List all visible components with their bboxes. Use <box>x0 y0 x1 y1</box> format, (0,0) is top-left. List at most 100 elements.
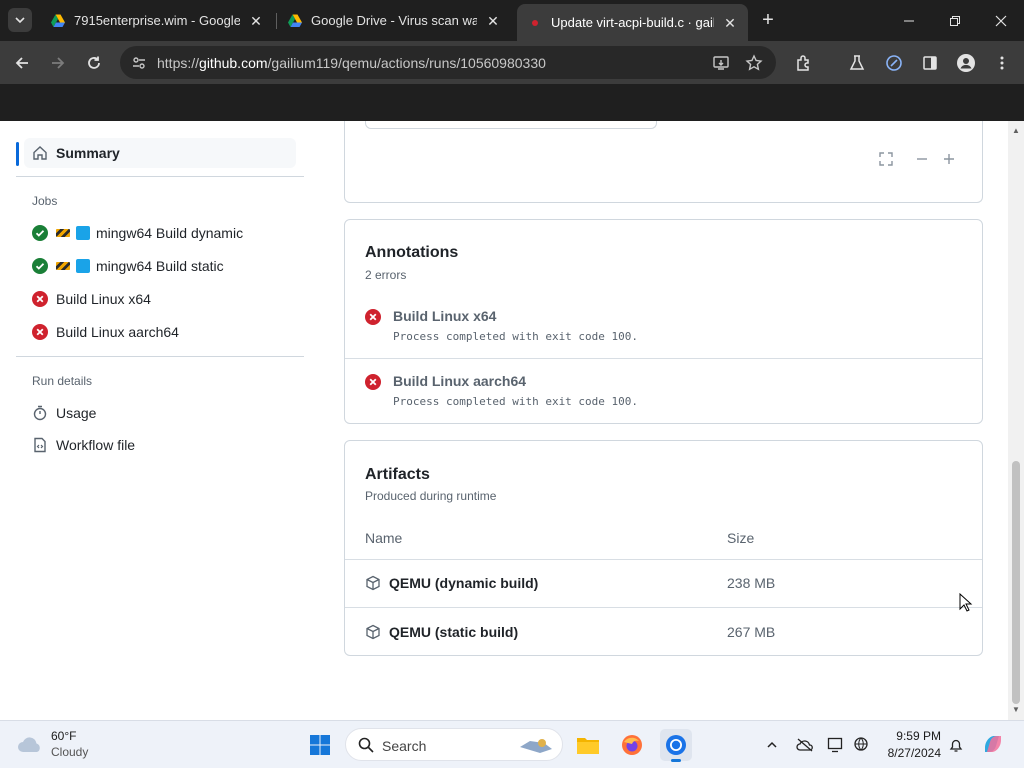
annotation-title[interactable]: Build Linux aarch64 <box>393 373 526 389</box>
copilot-icon <box>985 736 1001 752</box>
sidebar-item-summary[interactable]: Summary <box>24 138 296 168</box>
forward-button[interactable] <box>45 50 71 76</box>
globe-no-internet-icon <box>854 737 868 751</box>
annotation-message: Process completed with exit code 100. <box>393 330 639 343</box>
x-circle-icon <box>365 374 381 390</box>
browser-tab-2[interactable]: Google Drive - Virus scan warn ✕ <box>277 6 511 35</box>
taskbar-search-box[interactable]: Search <box>345 728 563 761</box>
close-window-button[interactable] <box>978 0 1024 41</box>
file-explorer-button[interactable] <box>572 729 604 761</box>
start-button[interactable] <box>304 729 336 761</box>
cloud-icon <box>18 737 40 752</box>
arrow-left-icon <box>15 57 28 69</box>
close-icon[interactable]: ✕ <box>248 13 264 29</box>
extensions-button[interactable] <box>791 50 817 76</box>
restore-icon <box>950 15 960 26</box>
mouse-cursor-icon <box>959 593 973 612</box>
side-panel-icon <box>923 56 937 70</box>
scroll-up-arrow-icon[interactable]: ▲ <box>1012 127 1020 135</box>
scrollbar-thumb[interactable] <box>1012 461 1020 704</box>
search-highlight-icon <box>520 739 552 753</box>
artifacts-title: Artifacts <box>365 466 430 483</box>
firefox-button[interactable] <box>616 729 648 761</box>
close-icon[interactable]: ✕ <box>722 15 738 31</box>
page-content: Summary Jobs mingw64 Build dynamic mingw… <box>0 121 1008 720</box>
active-indicator <box>16 142 19 166</box>
labs-button[interactable] <box>844 50 870 76</box>
construction-emoji-icon <box>56 262 70 270</box>
clock-date[interactable]: 8/27/2024 <box>886 746 941 760</box>
install-app-icon[interactable] <box>712 54 730 72</box>
scroll-down-arrow-icon[interactable]: ▼ <box>1012 706 1020 714</box>
minimize-icon <box>904 20 914 21</box>
column-header-name: Name <box>365 530 403 546</box>
onedrive-offline-icon[interactable] <box>795 735 815 755</box>
job-label: Build Linux aarch64 <box>56 324 179 340</box>
windows-emoji-icon <box>76 259 90 273</box>
site-settings-icon[interactable] <box>131 55 147 71</box>
annotation-title[interactable]: Build Linux x64 <box>393 308 496 324</box>
annotation-row[interactable]: Build Linux x64 Process completed with e… <box>345 300 982 358</box>
artifact-size: 267 MB <box>727 624 776 640</box>
sidebar-item-workflow-file[interactable]: Workflow file <box>32 434 135 456</box>
table-row[interactable]: QEMU (dynamic build) 238 MB <box>345 560 982 607</box>
network-icon[interactable] <box>852 735 872 755</box>
browser-tab-3-active[interactable]: Update virt-acpi-build.c · gailiu ✕ <box>517 4 748 41</box>
copilot-button[interactable] <box>980 731 1006 757</box>
plus-icon <box>944 154 954 164</box>
notifications-button[interactable] <box>946 735 966 755</box>
active-app-indicator <box>671 759 681 762</box>
fullscreen-button[interactable] <box>873 146 899 172</box>
address-bar[interactable]: https://github.com/gailium119/qemu/actio… <box>120 46 776 79</box>
restore-button[interactable] <box>932 0 978 41</box>
browser-tab-1[interactable]: 7915enterprise.wim - Google D ✕ <box>40 6 274 35</box>
package-icon <box>366 624 380 640</box>
weather-temperature: 60°F <box>51 729 77 743</box>
table-row[interactable]: QEMU (static build) 267 MB <box>345 608 982 655</box>
zoom-out-button[interactable] <box>909 146 935 172</box>
github-header <box>0 84 1024 121</box>
weather-condition: Cloudy <box>51 745 89 759</box>
graph-job-box[interactable] <box>365 121 657 129</box>
new-tab-button[interactable]: + <box>756 8 780 32</box>
sidebar-item-job[interactable]: mingw64 Build static <box>32 255 224 277</box>
chrome-button[interactable] <box>660 729 692 762</box>
zoom-in-button[interactable] <box>936 146 962 172</box>
close-icon[interactable]: ✕ <box>485 13 501 29</box>
check-circle-icon <box>32 258 48 274</box>
annotation-row[interactable]: Build Linux aarch64 Process completed wi… <box>345 365 982 423</box>
construction-emoji-icon <box>56 229 70 237</box>
windows-taskbar: 60°F Cloudy Search 9:59 PM 8/27/2024 <box>0 720 1024 768</box>
display-icon[interactable] <box>826 735 846 755</box>
google-drive-icon <box>288 14 302 27</box>
sidebar-item-job[interactable]: Build Linux x64 <box>32 288 151 310</box>
puzzle-icon <box>797 55 809 71</box>
github-actions-icon <box>532 19 538 26</box>
firefox-icon <box>622 735 642 755</box>
sidebar-item-job[interactable]: Build Linux aarch64 <box>32 321 179 343</box>
divider <box>16 356 304 357</box>
google-drive-icon <box>51 14 65 27</box>
tab-search-button[interactable] <box>8 8 32 32</box>
profile-avatar-icon <box>957 54 975 72</box>
menu-button[interactable] <box>989 50 1015 76</box>
close-icon <box>995 15 1007 26</box>
minimize-button[interactable] <box>886 0 932 41</box>
back-button[interactable] <box>9 50 35 76</box>
sidebar-item-job[interactable]: mingw64 Build dynamic <box>32 222 243 244</box>
artifact-name[interactable]: QEMU (static build) <box>389 624 518 640</box>
search-label: Search <box>382 738 427 754</box>
show-hidden-icons-button[interactable] <box>762 735 782 755</box>
side-panel-button[interactable] <box>917 50 943 76</box>
artifact-name[interactable]: QEMU (dynamic build) <box>389 575 538 591</box>
tab-title: 7915enterprise.wim - Google D <box>74 13 240 28</box>
extension-button[interactable] <box>881 50 907 76</box>
reload-button[interactable] <box>81 50 107 76</box>
chrome-icon <box>666 735 686 755</box>
page-scrollbar[interactable]: ▲ ▼ <box>1008 121 1024 720</box>
workflow-graph-card <box>344 121 983 203</box>
bookmark-star-icon[interactable] <box>745 54 763 72</box>
clock-time[interactable]: 9:59 PM <box>886 729 941 743</box>
sidebar-item-usage[interactable]: Usage <box>32 402 96 424</box>
profile-button[interactable] <box>953 50 979 76</box>
